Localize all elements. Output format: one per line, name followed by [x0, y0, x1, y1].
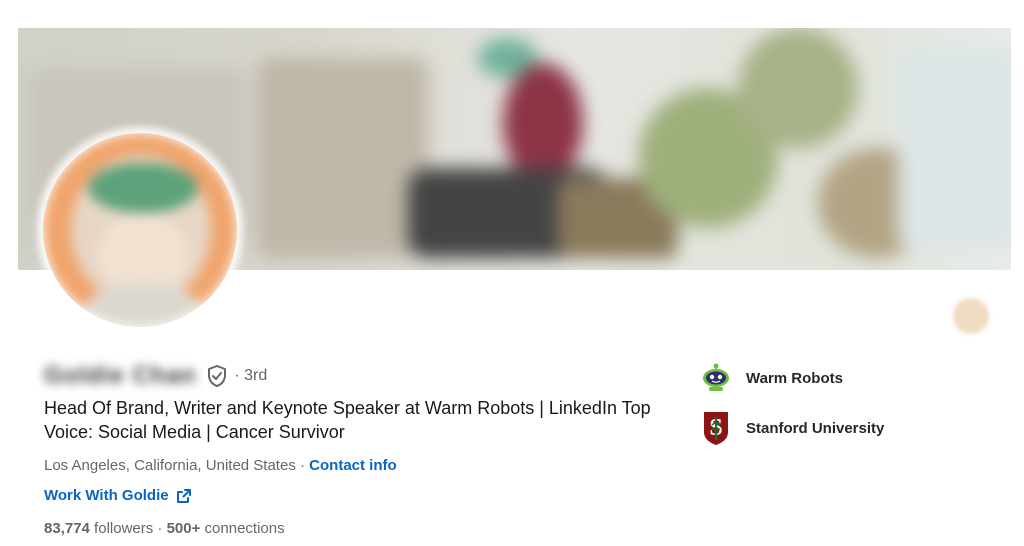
contact-info-link[interactable]: Contact info: [309, 457, 397, 474]
profile-headline: Head Of Brand, Writer and Keynote Speake…: [44, 398, 651, 442]
location-row: Los Angeles, California, United States ·…: [44, 456, 397, 476]
profile-card: Goldie Chan · 3rd Head Of Brand, Writer …: [0, 0, 1024, 546]
stats-row: 83,774 followers · 500+ connections: [44, 519, 285, 539]
more-actions-button[interactable]: [953, 298, 989, 334]
connections-label: connections: [200, 520, 285, 537]
profile-name: Goldie Chan: [44, 362, 197, 389]
followers-count: 83,774: [44, 520, 90, 537]
stanford-logo-icon: S: [700, 410, 732, 446]
location-separator: ·: [295, 457, 310, 474]
website-link[interactable]: Work With Goldie: [44, 487, 192, 504]
profile-avatar[interactable]: [43, 133, 237, 327]
verified-shield-icon[interactable]: [206, 364, 228, 388]
stats-separator: ·: [153, 520, 167, 537]
connection-degree: · 3rd: [234, 367, 268, 384]
profile-location: Los Angeles, California, United States: [44, 457, 296, 474]
company-label: Warm Robots: [746, 369, 843, 387]
external-link-icon: [176, 488, 191, 503]
followers-label: followers: [89, 520, 154, 537]
education-stanford[interactable]: S Stanford University: [700, 410, 884, 446]
website-label: Work With Goldie: [44, 487, 169, 504]
current-company-warm-robots[interactable]: Warm Robots: [700, 360, 884, 396]
school-label: Stanford University: [746, 419, 885, 437]
warm-robots-logo-icon: [700, 360, 732, 396]
profile-orgs: Warm Robots S Stanford University: [700, 360, 884, 460]
name-row: Goldie Chan · 3rd: [44, 362, 267, 390]
connections-count[interactable]: 500+: [167, 520, 201, 537]
